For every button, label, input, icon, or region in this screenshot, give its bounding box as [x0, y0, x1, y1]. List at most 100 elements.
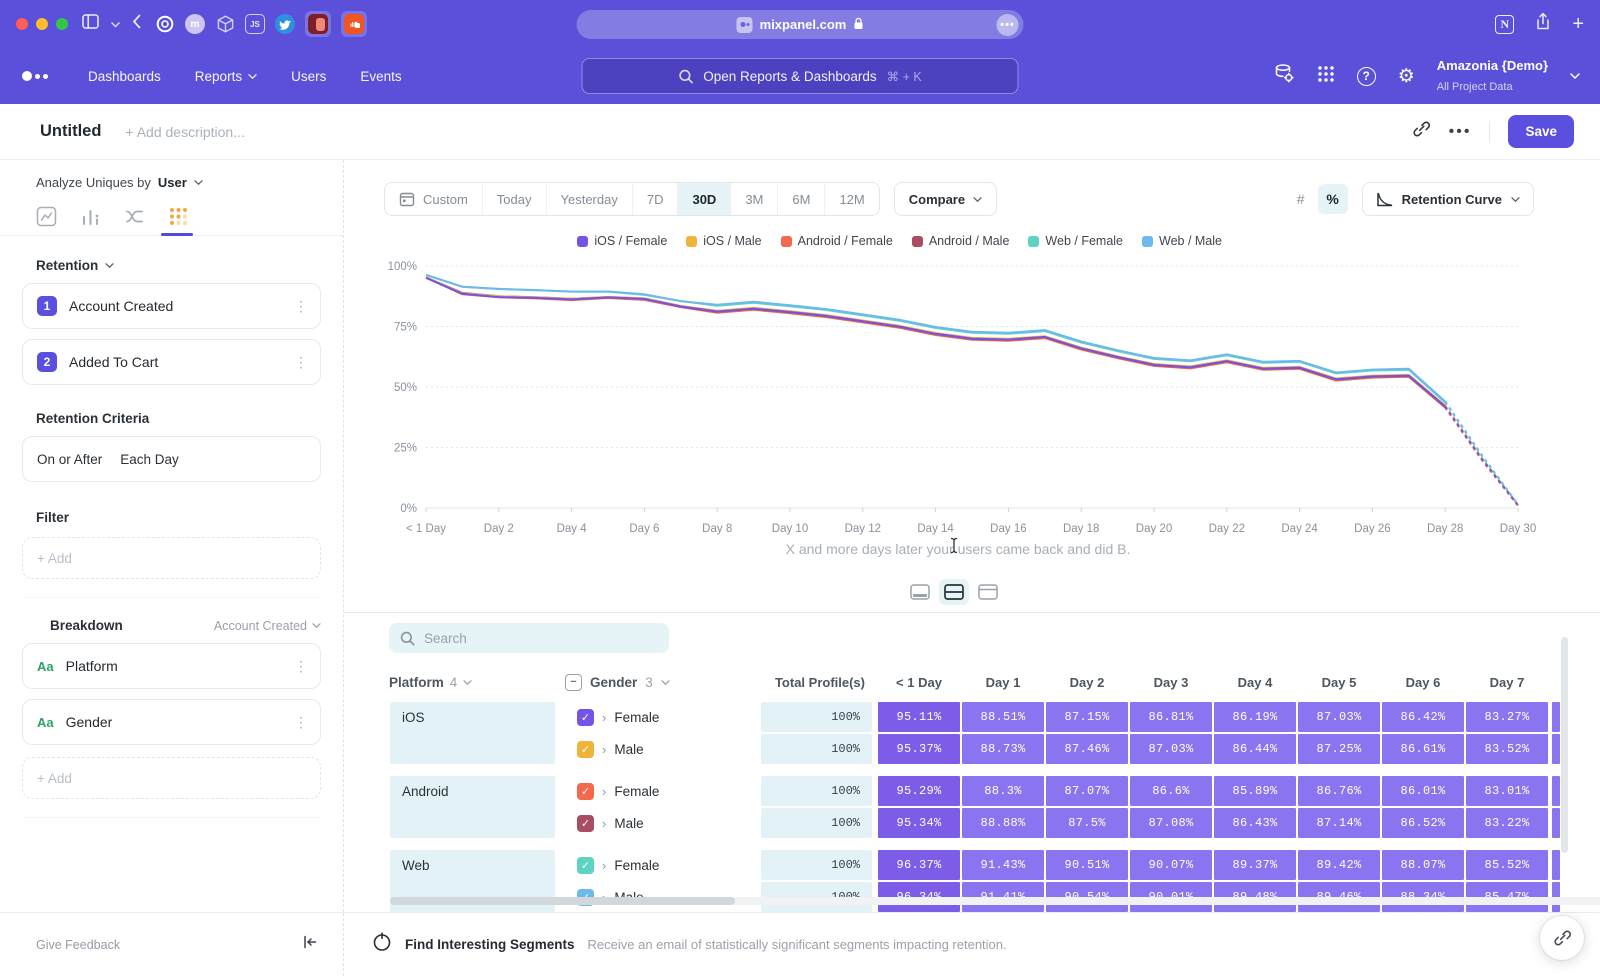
- series-checkbox[interactable]: ✓: [577, 783, 594, 800]
- series-checkbox[interactable]: ✓: [577, 741, 594, 758]
- series-checkbox[interactable]: ✓: [577, 857, 594, 874]
- collapse-sidebar-icon[interactable]: [303, 935, 317, 954]
- retention-curve-chart[interactable]: 0%25%50%75%100%< 1 DayDay 2Day 4Day 6Day…: [380, 252, 1536, 547]
- report-title[interactable]: Untitled: [40, 122, 101, 141]
- gender-cell-male[interactable]: ✓›Male: [565, 733, 761, 765]
- retention-value-cell[interactable]: 87.46%: [1046, 734, 1128, 764]
- gender-cell-female[interactable]: ✓›Female: [565, 775, 761, 807]
- retention-value-cell[interactable]: 96.37%: [878, 850, 960, 880]
- minimize-window-button[interactable]: [36, 18, 48, 30]
- legend-item[interactable]: Android / Female: [781, 234, 893, 248]
- vertical-scrollbar-thumb[interactable]: [1561, 637, 1568, 853]
- retention-value-cell[interactable]: 88.51%: [962, 702, 1044, 732]
- retention-value-cell[interactable]: 88.07%: [1382, 850, 1464, 880]
- retention-value-cell[interactable]: 90.51%: [1046, 850, 1128, 880]
- retention-value-cell[interactable]: 87.03%: [1298, 702, 1380, 732]
- expand-chevron-icon[interactable]: ›: [602, 742, 606, 757]
- filter-add-button[interactable]: + Add: [22, 537, 321, 579]
- legend-item[interactable]: iOS / Female: [577, 234, 667, 248]
- nav-item-reports[interactable]: Reports: [195, 69, 257, 84]
- project-switcher[interactable]: Amazonia {Demo} All Project Data: [1437, 56, 1548, 96]
- gender-indeterminate-checkbox[interactable]: −: [565, 674, 582, 691]
- nav-item-events[interactable]: Events: [360, 69, 401, 84]
- retention-value-cell[interactable]: 83.22%: [1466, 808, 1548, 838]
- platform-cell[interactable]: iOS: [390, 702, 555, 764]
- notion-icon[interactable]: N: [1495, 15, 1514, 34]
- step-card-account-created[interactable]: 1 Account Created ⋮: [22, 283, 321, 329]
- gender-cell-female[interactable]: ✓›Female: [565, 849, 761, 881]
- cube-extension-icon[interactable]: [215, 14, 235, 34]
- nav-item-users[interactable]: Users: [291, 69, 326, 84]
- breakdown-card-gender[interactable]: Aa Gender ⋮: [22, 699, 321, 745]
- tab-flows[interactable]: [124, 206, 145, 227]
- close-window-button[interactable]: [16, 18, 28, 30]
- kebab-menu-icon[interactable]: ⋮: [294, 298, 308, 315]
- horizontal-scrollbar-thumb[interactable]: [390, 897, 735, 905]
- criteria-card[interactable]: On or After Each Day: [22, 436, 321, 482]
- expand-chevron-icon[interactable]: ›: [602, 710, 606, 725]
- chart-type-selector[interactable]: Retention Curve: [1362, 182, 1534, 216]
- retention-value-cell[interactable]: 86.19%: [1214, 702, 1296, 732]
- retention-value-cell[interactable]: 88.73%: [962, 734, 1044, 764]
- series-checkbox[interactable]: ✓: [577, 815, 594, 832]
- address-bar[interactable]: mixpanel.com •••: [577, 10, 1024, 39]
- retention-value-cell[interactable]: 85.89%: [1214, 776, 1296, 806]
- retention-value-cell[interactable]: 95.37%: [878, 734, 960, 764]
- back-icon[interactable]: [132, 14, 141, 34]
- expand-chevron-icon[interactable]: ›: [602, 858, 606, 873]
- range-12m[interactable]: 12M: [824, 183, 878, 215]
- more-options-icon[interactable]: •••: [1449, 123, 1472, 141]
- legend-item[interactable]: iOS / Male: [686, 234, 761, 248]
- retention-value-cell[interactable]: 86.6%: [1130, 776, 1212, 806]
- help-icon[interactable]: ?: [1357, 67, 1376, 86]
- retention-value-cell[interactable]: 86.42%: [1382, 702, 1464, 732]
- mixpanel-logo[interactable]: [22, 71, 48, 81]
- range-7d[interactable]: 7D: [632, 183, 678, 215]
- step-card-added-to-cart[interactable]: 2 Added To Cart ⋮: [22, 339, 321, 385]
- retention-value-cell[interactable]: 95.34%: [878, 808, 960, 838]
- retention-value-cell[interactable]: 86.43%: [1214, 808, 1296, 838]
- report-description-placeholder[interactable]: + Add description...: [125, 124, 244, 140]
- retention-value-cell[interactable]: 95.11%: [878, 702, 960, 732]
- retention-value-cell[interactable]: 83.01%: [1466, 776, 1548, 806]
- tab-retention-active[interactable]: [168, 206, 189, 227]
- gender-column-header[interactable]: − Gender 3: [565, 674, 761, 691]
- breakdown-add-button[interactable]: + Add: [22, 757, 321, 799]
- range-6m[interactable]: 6M: [777, 183, 824, 215]
- series-checkbox[interactable]: ✓: [577, 709, 594, 726]
- apps-grid-icon[interactable]: [1317, 65, 1335, 88]
- legend-item[interactable]: Web / Female: [1028, 234, 1123, 248]
- retention-value-cell[interactable]: 86.01%: [1382, 776, 1464, 806]
- retention-value-cell[interactable]: 87.14%: [1298, 808, 1380, 838]
- layout-split-button[interactable]: [939, 579, 969, 605]
- retention-value-cell[interactable]: 87.15%: [1046, 702, 1128, 732]
- maximize-window-button[interactable]: [56, 18, 68, 30]
- retention-value-cell[interactable]: 87.25%: [1298, 734, 1380, 764]
- range-yesterday[interactable]: Yesterday: [546, 183, 632, 215]
- interesting-segments-bar[interactable]: Find Interesting Segments Receive an ema…: [344, 913, 1600, 976]
- bird-extension-icon[interactable]: [275, 14, 295, 34]
- legend-item[interactable]: Web / Male: [1142, 234, 1222, 248]
- table-search-input[interactable]: Search: [389, 623, 669, 653]
- mixpanel-extension-icon[interactable]: [308, 14, 328, 34]
- retention-section-heading[interactable]: Retention: [0, 236, 343, 273]
- data-management-icon[interactable]: [1273, 63, 1295, 89]
- target-extension-icon[interactable]: [155, 14, 175, 34]
- retention-value-cell[interactable]: 86.76%: [1298, 776, 1380, 806]
- retention-value-cell[interactable]: 87.08%: [1130, 808, 1212, 838]
- gender-cell-female[interactable]: ✓›Female: [565, 701, 761, 733]
- retention-value-cell[interactable]: 86.52%: [1382, 808, 1464, 838]
- breakdown-card-platform[interactable]: Aa Platform ⋮: [22, 643, 321, 689]
- expand-chevron-icon[interactable]: ›: [602, 816, 606, 831]
- retention-value-cell[interactable]: 85.52%: [1466, 850, 1548, 880]
- layout-table-focus-button[interactable]: [973, 579, 1003, 605]
- cloud-extension-icon[interactable]: [344, 14, 364, 34]
- range-today[interactable]: Today: [482, 183, 546, 215]
- share-link-fab[interactable]: [1540, 916, 1584, 960]
- retention-value-cell[interactable]: 83.52%: [1466, 734, 1548, 764]
- give-feedback-link[interactable]: Give Feedback: [36, 938, 120, 952]
- retention-value-cell[interactable]: 86.44%: [1214, 734, 1296, 764]
- unit-number-button[interactable]: #: [1286, 184, 1316, 214]
- range-custom[interactable]: Custom: [385, 183, 482, 215]
- retention-value-cell[interactable]: 95.29%: [878, 776, 960, 806]
